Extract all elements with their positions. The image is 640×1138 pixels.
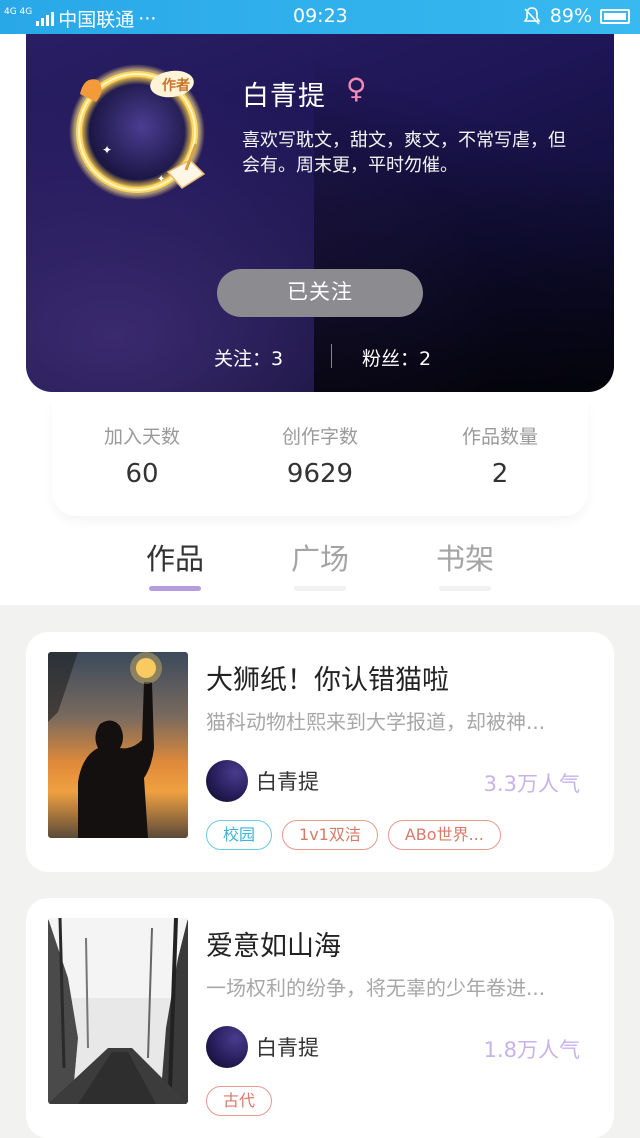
tab-indicator (294, 586, 346, 591)
fans-count[interactable]: 粉丝：2 (362, 344, 431, 371)
work-title[interactable]: 爱意如山海 (206, 924, 341, 963)
carrier-name: 中国联通 (58, 9, 135, 31)
stat-value: 60 (125, 459, 159, 489)
battery-icon (600, 8, 630, 24)
author-stats-card: 加入天数 60 创作字数 9629 作品数量 2 (52, 398, 588, 516)
author-avatar-small (206, 760, 248, 802)
clock: 09:23 (293, 5, 348, 27)
work-card[interactable]: 爱意如山海 一场权利的纷争，将无辜的少年卷进... 白青提 1.8万人气 古代 (26, 898, 614, 1138)
stat-label: 加入天数 (103, 426, 180, 448)
author-badge-text: 作者 (162, 77, 190, 94)
tab-indicator (439, 586, 491, 591)
stat-label: 创作字数 (281, 426, 358, 448)
stat-word-count: 创作字数 9629 (230, 422, 410, 489)
female-gender-icon: ♀ (346, 72, 367, 105)
stat-value: 9629 (286, 459, 354, 489)
profile-tabs: 作品 广场 书架 (0, 530, 640, 600)
tag[interactable]: ABo世界... (387, 820, 501, 850)
tag[interactable]: 校园 (206, 820, 273, 850)
stat-label: 作品数量 (461, 426, 538, 448)
tab-indicator (149, 586, 201, 591)
follow-stats: 关注：3 粉丝：2 (26, 340, 614, 370)
tag[interactable]: 古代 (206, 1086, 273, 1116)
author-header: 作者 ✦ ✦ 白青提 ♀ 喜欢写耽文，甜文，爽文，不常写虐，但会有。周末更，平时… (26, 14, 614, 392)
divider (331, 344, 332, 368)
stat-value: 2 (491, 459, 509, 489)
tab-label: 作品 (145, 542, 204, 576)
work-description: 猫科动物杜熙来到大学报道，却被神... (206, 710, 546, 734)
svg-text:✦: ✦ (102, 143, 112, 157)
book-cover[interactable] (48, 918, 188, 1104)
tab-label: 书架 (435, 542, 494, 576)
battery-level: 89% (549, 5, 592, 27)
tab-square[interactable]: 广场 (265, 536, 375, 591)
tab-bookshelf[interactable]: 书架 (410, 536, 520, 591)
author-bio: 喜欢写耽文，甜文，爽文，不常写虐，但会有。周末更，平时勿催。 (242, 130, 566, 176)
tag[interactable]: 1v1双洁 (282, 820, 378, 850)
network-type: 4G 4G (4, 7, 33, 17)
work-author: 白青提 (256, 1036, 319, 1060)
status-bar: 4G 4G 中国联通 ··· 09:23 89% (0, 0, 640, 34)
work-popularity: 1.8万人气 (483, 1038, 580, 1062)
author-name: 白青提 (242, 81, 326, 112)
work-tags: 古代 (206, 1086, 273, 1116)
work-title[interactable]: 大狮纸！你认错猫啦 (206, 658, 449, 697)
work-author: 白青提 (256, 770, 319, 794)
author-avatar[interactable]: 作者 ✦ ✦ (62, 54, 212, 204)
work-tags: 校园 1v1双洁 ABo世界... (206, 820, 501, 850)
svg-text:✦: ✦ (157, 174, 165, 185)
follow-button[interactable]: 已关注 (217, 269, 423, 317)
signal-icon (36, 11, 55, 26)
tab-works[interactable]: 作品 (120, 536, 230, 591)
stat-works-count: 作品数量 2 (410, 422, 590, 489)
status-dots: ··· (138, 7, 157, 30)
work-card[interactable]: 大狮纸！你认错猫啦 猫科动物杜熙来到大学报道，却被神... 白青提 3.3万人气… (26, 632, 614, 872)
stat-join-days: 加入天数 60 (52, 422, 232, 489)
work-popularity: 3.3万人气 (483, 772, 580, 796)
following-count[interactable]: 关注：3 (214, 344, 283, 371)
work-description: 一场权利的纷争，将无辜的少年卷进... (206, 976, 546, 1000)
book-cover[interactable] (48, 652, 188, 838)
mute-bell-icon (523, 7, 541, 25)
author-avatar-small (206, 1026, 248, 1068)
tab-label: 广场 (290, 542, 349, 576)
